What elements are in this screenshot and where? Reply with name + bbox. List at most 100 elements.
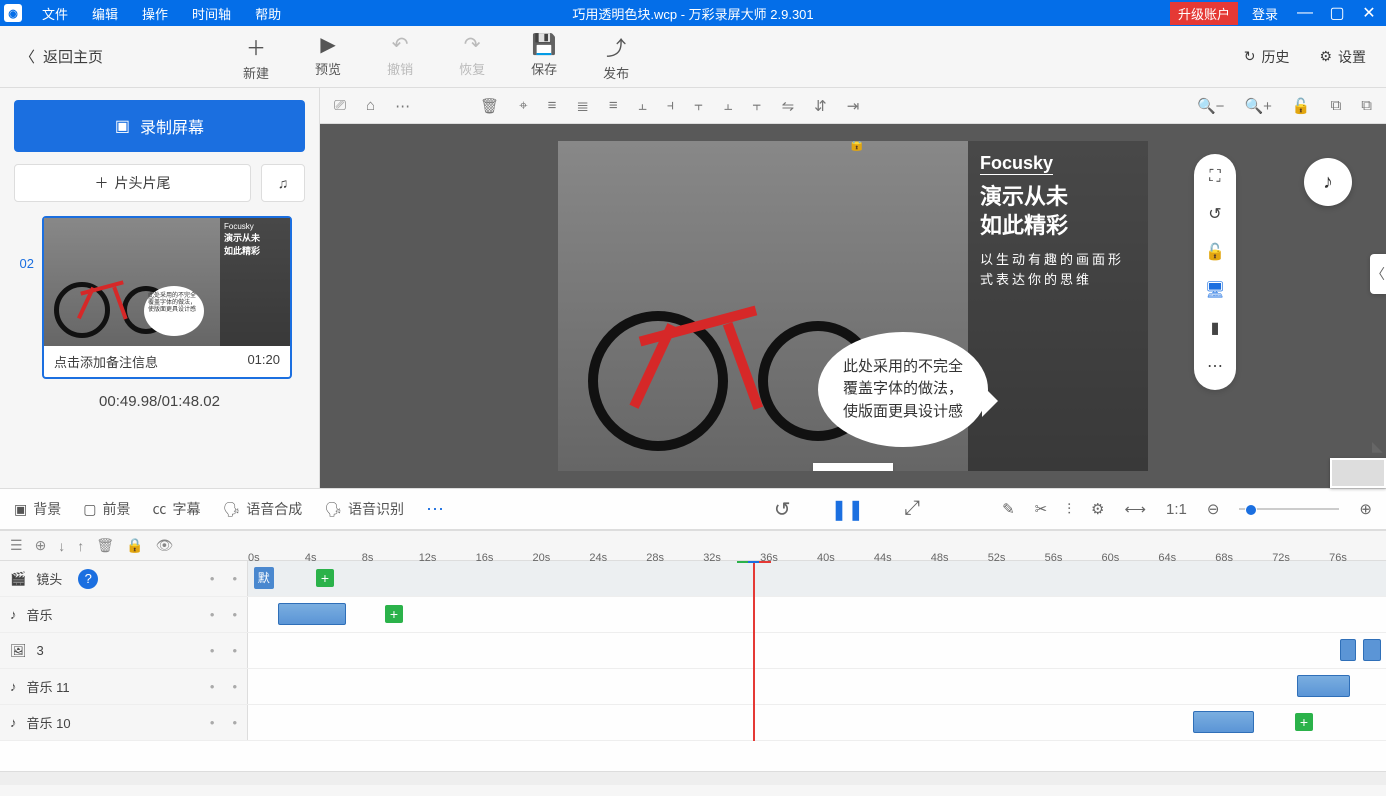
desktop-view-icon[interactable]: 🖥 [1205,280,1225,300]
track-keyframe-dot[interactable]: • [210,607,215,622]
tl-trash-icon[interactable]: 🗑 [96,537,114,554]
flip-v-icon[interactable]: ⇵ [814,97,827,115]
track-keyframe-dot[interactable]: • [232,607,237,622]
add-clip-button[interactable]: + [313,565,338,590]
track-content[interactable] [248,669,1386,704]
track-keyframe-dot[interactable]: • [232,715,237,730]
more-dots-icon[interactable]: ⋯ [1207,356,1223,376]
canvas-content[interactable]: 🔒 Focusky 演示从未如此精彩 以生动有趣的画面形式表达你的思维 此处采用… [558,141,1148,471]
playhead-handle[interactable] [737,561,771,563]
tl-eye-icon[interactable]: 👁 [156,537,174,554]
fullscreen-icon[interactable]: ⛶ [1209,168,1220,186]
canvas-expand-button[interactable]: ⌄ [813,463,893,471]
fit-width-icon[interactable]: ⟷ [1124,500,1146,518]
track-content[interactable]: 默+ [248,561,1386,596]
track-keyframe-dot[interactable]: • [210,679,215,694]
history-button[interactable]: ↻ 历史 [1244,47,1290,67]
trash-icon[interactable]: 🗑 [480,97,499,115]
track-content[interactable]: + [248,597,1386,632]
timeline-clip[interactable] [1340,639,1356,661]
more-tools-button[interactable]: ⋯ [426,499,444,520]
zoom-slider[interactable] [1239,508,1339,510]
adjust-tool-icon[interactable]: ⚙ [1091,500,1104,518]
track-content[interactable] [248,633,1386,668]
action-保存[interactable]: 💾保存 [531,32,557,82]
tl-down-icon[interactable]: ↓ [58,538,65,554]
action-新建[interactable]: ＋新建 [243,32,269,82]
login-button[interactable]: 登录 [1244,4,1286,23]
action-预览[interactable]: ▶预览 [315,32,341,82]
close-button[interactable]: ✕ [1356,3,1382,23]
fit-1-1-icon[interactable]: 1:1 [1166,501,1187,518]
speech-bubble[interactable]: 此处采用的不完全覆盖字体的做法，使版面更具设计感 [818,332,988,448]
add-clip-button[interactable]: + [1291,709,1316,734]
timeline-clip[interactable] [1193,711,1254,733]
clip-thumbnail[interactable]: Focusky 演示从未 如此精彩 此处采用的不完全覆盖字体的做法，使版面更具设… [44,218,290,346]
minimize-button[interactable]: — [1292,4,1318,22]
playhead[interactable] [753,561,755,741]
caption-button[interactable]: ㏄字幕 [152,499,200,519]
add-clip-button[interactable]: + [381,601,406,626]
settings-button[interactable]: ⚙ 设置 [1319,47,1366,67]
menu-edit[interactable]: 编辑 [80,4,130,23]
mobile-view-icon[interactable]: ▮ [1211,318,1220,338]
titles-button[interactable]: ＋ 片头片尾 [14,164,251,202]
track-label[interactable]: 🎬镜头?•• [0,561,248,596]
music-fab-button[interactable]: ♪ [1304,158,1352,206]
lock-icon[interactable]: 🔓 [1292,97,1311,115]
zoom-in-icon[interactable]: 🔍+ [1244,97,1271,115]
zoom-out-tl-icon[interactable]: ⊖ [1207,500,1220,518]
default-marker[interactable]: 默 [254,567,274,589]
asr-button[interactable]: 🗣语音识别 [324,499,404,519]
tl-lock-icon[interactable]: 🔒 [126,537,143,554]
element-lock-icon[interactable]: 🔒 [848,141,865,152]
edit-tool-icon[interactable]: ✎ [1002,500,1015,518]
fullscreen-play-button[interactable]: ⤢ [904,497,920,522]
track-keyframe-dot[interactable]: • [232,643,237,658]
rewind-button[interactable]: ↺ [774,497,791,522]
tl-up-icon[interactable]: ↑ [77,538,84,554]
track-label[interactable]: ♪音乐•• [0,597,248,632]
menu-action[interactable]: 操作 [130,4,180,23]
tl-collapse-icon[interactable]: ☰ [10,537,23,554]
track-content[interactable]: + [248,705,1386,740]
track-keyframe-dot[interactable]: • [210,571,215,586]
menu-timeline[interactable]: 时间轴 [180,4,243,23]
align-bottom-icon[interactable]: ⫟ [694,97,703,114]
menu-help[interactable]: 帮助 [243,4,293,23]
track-keyframe-dot[interactable]: • [232,679,237,694]
align-middle-icon[interactable]: ⫞ [667,97,675,114]
timeline-clip[interactable] [1363,639,1381,661]
fg-button[interactable]: ▢前景 [83,499,130,519]
back-home-button[interactable]: 〈 返回主页 [0,46,123,67]
track-keyframe-dot[interactable]: • [232,571,237,586]
cut-tool-icon[interactable]: ✂ [1035,500,1048,518]
tts-button[interactable]: 🗣语音合成 [222,499,302,519]
home-icon[interactable]: ⌂ [366,97,375,114]
timeline-scrollbar[interactable] [0,771,1386,785]
filter-tool-icon[interactable]: ⫶ [1067,501,1071,518]
align-right-icon[interactable]: ≡ [609,97,618,114]
timeline-clip[interactable] [278,603,346,625]
action-发布[interactable]: ⤴发布 [603,32,629,82]
paste-icon[interactable]: ⧉ [1361,97,1372,114]
anchor-icon[interactable]: ⎚ [334,97,346,114]
preview-canvas[interactable]: 🔒 Focusky 演示从未如此精彩 以生动有趣的画面形式表达你的思维 此处采用… [320,124,1386,488]
pause-button[interactable]: ❚❚ [831,497,865,522]
dist-v-icon[interactable]: ⫟ [752,97,761,114]
track-label[interactable]: 🖼3•• [0,633,248,668]
help-badge[interactable]: ? [78,569,98,589]
timeline-clip[interactable] [1297,675,1349,697]
focus-icon[interactable]: ⌖ [519,97,527,114]
rotate-icon[interactable]: ↺ [1208,204,1221,224]
tl-add-icon[interactable]: ⊕ [35,537,47,554]
unlock-icon[interactable]: 🔓 [1205,242,1225,262]
clip-item[interactable]: 02 Focusky 演示从未 如此精彩 此处采用的不完全覆盖字体的做法，使版面… [14,216,305,379]
copy-icon[interactable]: ⧉ [1331,97,1342,114]
track-keyframe-dot[interactable]: • [210,643,215,658]
align-left-icon[interactable]: ≡ [548,97,557,114]
minimap-thumbnail[interactable] [1330,458,1386,488]
dist-h-icon[interactable]: ⫠ [723,97,732,114]
zoom-in-tl-icon[interactable]: ⊕ [1359,500,1372,518]
spacer-icon[interactable]: ⇥ [847,97,860,115]
